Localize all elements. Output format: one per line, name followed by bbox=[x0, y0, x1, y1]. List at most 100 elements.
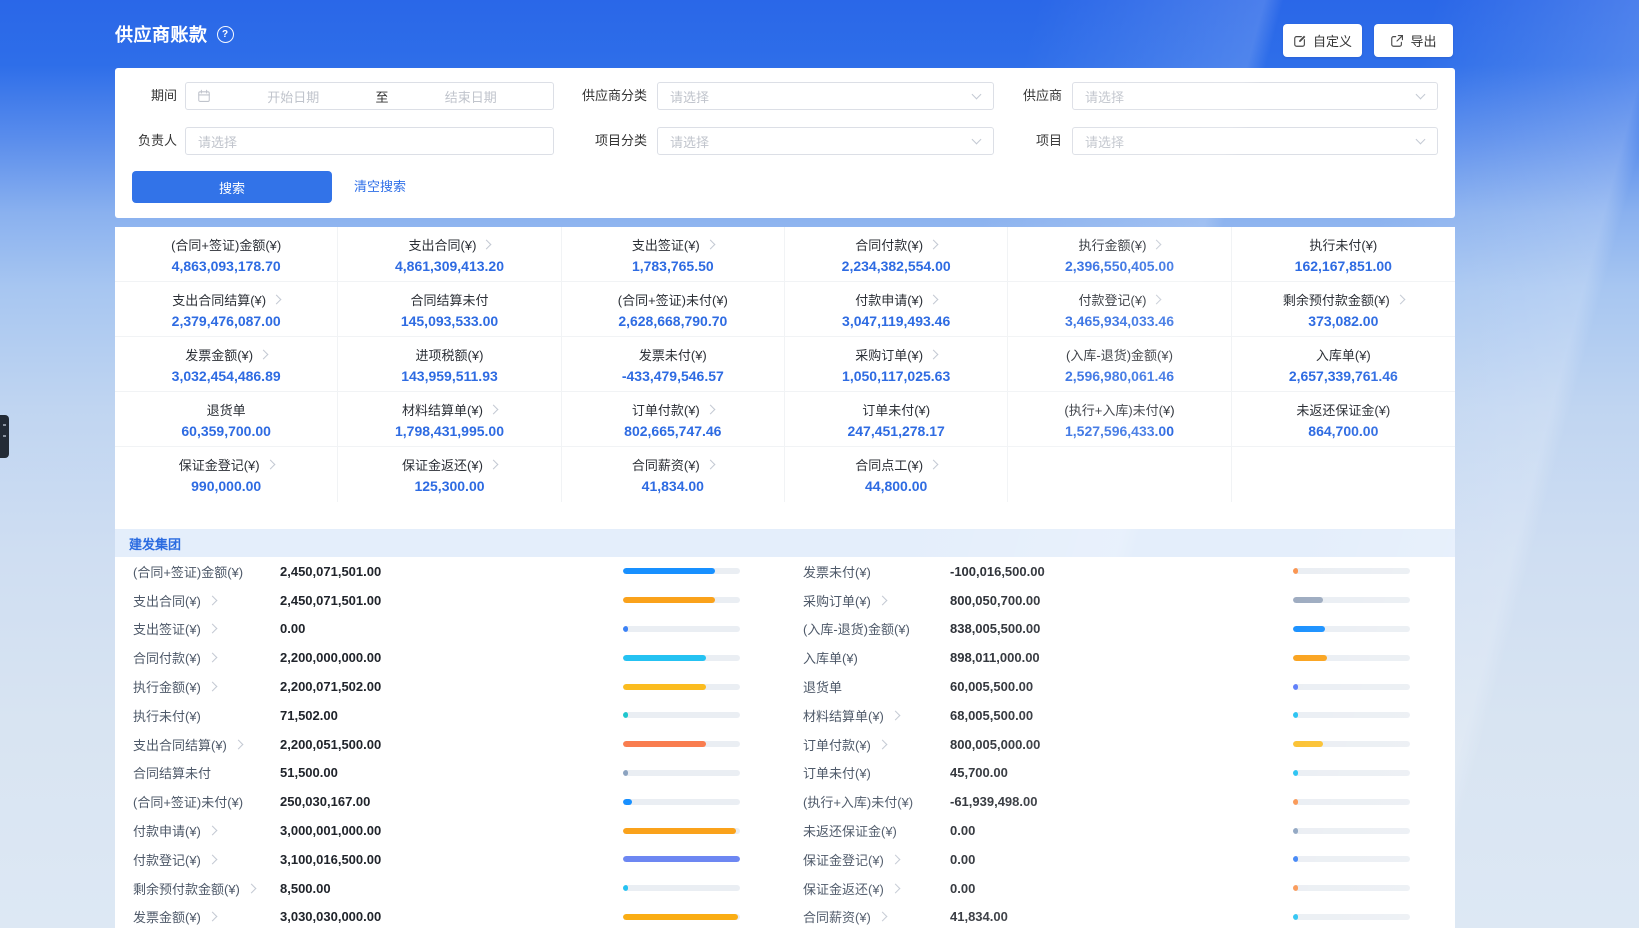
stat-card-empty bbox=[1232, 447, 1455, 502]
stat-card[interactable]: 支出合同(¥)4,861,309,413.20 bbox=[338, 227, 561, 282]
export-icon bbox=[1390, 34, 1404, 48]
chevron-right-icon bbox=[272, 294, 282, 304]
detail-bar-fill bbox=[623, 568, 715, 574]
stat-value: 3,047,119,493.46 bbox=[842, 313, 950, 329]
stat-card[interactable]: 保证金返还(¥)125,300.00 bbox=[338, 447, 561, 502]
detail-row[interactable]: 合同付款(¥)2,200,000,000.00 bbox=[115, 643, 785, 672]
detail-row[interactable]: 支出签证(¥)0.00 bbox=[115, 615, 785, 644]
owner-label: 负责人 bbox=[115, 127, 177, 155]
detail-bar-fill bbox=[623, 712, 628, 718]
stat-card[interactable]: 执行金额(¥)2,396,550,405.00 bbox=[1008, 227, 1231, 282]
export-button[interactable]: 导出 bbox=[1374, 24, 1453, 57]
detail-bar-track bbox=[1293, 770, 1410, 776]
stat-value: 125,300.00 bbox=[414, 478, 484, 494]
stat-value: 2,657,339,761.46 bbox=[1289, 368, 1398, 384]
group-header: 建发集团 bbox=[115, 529, 1455, 557]
chevron-right-icon bbox=[246, 883, 256, 893]
detail-label-text: 采购订单(¥) bbox=[803, 591, 871, 610]
detail-row: (入库-退货)金额(¥)838,005,500.00 bbox=[785, 615, 1455, 644]
detail-label-text: (合同+签证)未付(¥) bbox=[133, 792, 243, 811]
detail-row[interactable]: 材料结算单(¥)68,005,500.00 bbox=[785, 701, 1455, 730]
detail-row[interactable]: 发票金额(¥)3,030,030,000.00 bbox=[115, 903, 785, 928]
detail-row[interactable]: 保证金返还(¥)0.00 bbox=[785, 874, 1455, 903]
stat-card[interactable]: 合同点工(¥)44,800.00 bbox=[785, 447, 1008, 502]
group-name: 建发集团 bbox=[129, 534, 181, 553]
detail-row[interactable]: 剩余预付款金额(¥)8,500.00 bbox=[115, 874, 785, 903]
stat-label-row: 进项税额(¥) bbox=[416, 345, 484, 364]
stat-card: (执行+入库)未付(¥)1,527,596,433.00 bbox=[1008, 392, 1231, 447]
detail-row[interactable]: 合同薪资(¥)41,834.00 bbox=[785, 903, 1455, 928]
detail-value: 0.00 bbox=[280, 621, 305, 636]
stat-card[interactable]: 合同付款(¥)2,234,382,554.00 bbox=[785, 227, 1008, 282]
stat-card[interactable]: 保证金登记(¥)990,000.00 bbox=[115, 447, 338, 502]
stat-label: 支出合同结算(¥) bbox=[172, 290, 266, 309]
stat-label-row: 订单付款(¥) bbox=[632, 400, 714, 419]
chevron-right-icon bbox=[877, 912, 887, 922]
detail-value: 898,011,000.00 bbox=[950, 650, 1040, 665]
stat-card[interactable]: 剩余预付款金额(¥)373,082.00 bbox=[1232, 282, 1455, 337]
stat-card: (合同+签证)未付(¥)2,628,668,790.70 bbox=[562, 282, 785, 337]
stat-label-row: (合同+签证)未付(¥) bbox=[618, 290, 728, 309]
calendar-icon bbox=[197, 89, 211, 103]
stat-label: 执行金额(¥) bbox=[1079, 235, 1147, 254]
detail-row[interactable]: 付款申请(¥)3,000,001,000.00 bbox=[115, 816, 785, 845]
detail-value: -61,939,498.00 bbox=[950, 794, 1037, 809]
supplier-select[interactable]: 请选择 bbox=[1072, 82, 1438, 110]
detail-label-text: 保证金返还(¥) bbox=[803, 879, 884, 898]
project-select[interactable]: 请选择 bbox=[1072, 127, 1438, 155]
stat-card[interactable]: 支出签证(¥)1,783,765.50 bbox=[562, 227, 785, 282]
project-label: 项目 bbox=[920, 127, 1062, 155]
detail-bar-track bbox=[623, 597, 740, 603]
stat-label-row: 保证金登记(¥) bbox=[179, 455, 274, 474]
stat-label: 退货单 bbox=[207, 400, 246, 419]
search-button[interactable]: 搜索 bbox=[132, 171, 332, 203]
detail-label-text: 退货单 bbox=[803, 677, 842, 696]
stat-card[interactable]: 付款登记(¥)3,465,934,033.46 bbox=[1008, 282, 1231, 337]
detail-column-left: (合同+签证)金额(¥)2,450,071,501.00支出合同(¥)2,450… bbox=[115, 557, 785, 928]
detail-row[interactable]: 执行金额(¥)2,200,071,502.00 bbox=[115, 672, 785, 701]
detail-label: 执行未付(¥) bbox=[133, 706, 280, 725]
sidebar-collapse-handle[interactable] bbox=[0, 415, 9, 458]
detail-label-text: 支出合同(¥) bbox=[133, 591, 201, 610]
stat-label: 支出合同(¥) bbox=[409, 235, 477, 254]
stat-card: (入库-退货)金额(¥)2,596,980,061.46 bbox=[1008, 337, 1231, 392]
start-date-input[interactable]: 开始日期 bbox=[211, 87, 376, 106]
detail-label-text: 执行金额(¥) bbox=[133, 677, 201, 696]
stat-label: 订单付款(¥) bbox=[632, 400, 700, 419]
detail-row[interactable]: 支出合同结算(¥)2,200,051,500.00 bbox=[115, 730, 785, 759]
detail-row[interactable]: 采购订单(¥)800,050,700.00 bbox=[785, 586, 1455, 615]
detail-label-text: 执行未付(¥) bbox=[133, 706, 201, 725]
stat-label: (入库-退货)金额(¥) bbox=[1066, 345, 1173, 364]
detail-value: 41,834.00 bbox=[950, 909, 1008, 924]
stat-card[interactable]: 订单付款(¥)802,665,747.46 bbox=[562, 392, 785, 447]
clear-search-link[interactable]: 清空搜索 bbox=[354, 171, 406, 203]
stat-label-row: 合同结算未付 bbox=[410, 290, 488, 309]
detail-row[interactable]: 保证金登记(¥)0.00 bbox=[785, 845, 1455, 874]
stat-card[interactable]: 支出合同结算(¥)2,379,476,087.00 bbox=[115, 282, 338, 337]
chevron-right-icon bbox=[1152, 239, 1162, 249]
detail-row[interactable]: 付款登记(¥)3,100,016,500.00 bbox=[115, 845, 785, 874]
stat-card[interactable]: 材料结算单(¥)1,798,431,995.00 bbox=[338, 392, 561, 447]
detail-label: (入库-退货)金额(¥) bbox=[803, 619, 950, 638]
detail-label-text: (执行+入库)未付(¥) bbox=[803, 792, 913, 811]
detail-label: 保证金返还(¥) bbox=[803, 879, 950, 898]
stat-label-row: 合同点工(¥) bbox=[855, 455, 937, 474]
stat-card[interactable]: 付款申请(¥)3,047,119,493.46 bbox=[785, 282, 1008, 337]
detail-row[interactable]: 支出合同(¥)2,450,071,501.00 bbox=[115, 586, 785, 615]
detail-row: 退货单60,005,500.00 bbox=[785, 672, 1455, 701]
detail-label-text: 付款申请(¥) bbox=[133, 821, 201, 840]
stat-card[interactable]: 采购订单(¥)1,050,117,025.63 bbox=[785, 337, 1008, 392]
detail-row[interactable]: 订单付款(¥)800,005,000.00 bbox=[785, 730, 1455, 759]
detail-label: (合同+签证)未付(¥) bbox=[133, 792, 280, 811]
chevron-right-icon bbox=[207, 682, 217, 692]
stat-card: 退货单60,359,700.00 bbox=[115, 392, 338, 447]
help-icon[interactable]: ? bbox=[217, 26, 234, 43]
stat-card[interactable]: 合同薪资(¥)41,834.00 bbox=[562, 447, 785, 502]
chevron-down-icon bbox=[1416, 135, 1426, 145]
customize-button[interactable]: 自定义 bbox=[1283, 24, 1362, 57]
stat-card[interactable]: 发票金额(¥)3,032,454,486.89 bbox=[115, 337, 338, 392]
stat-value: 3,032,454,486.89 bbox=[172, 368, 281, 384]
detail-row: 合同结算未付51,500.00 bbox=[115, 759, 785, 788]
detail-label: 订单付款(¥) bbox=[803, 735, 950, 754]
stat-label: (合同+签证)未付(¥) bbox=[618, 290, 728, 309]
